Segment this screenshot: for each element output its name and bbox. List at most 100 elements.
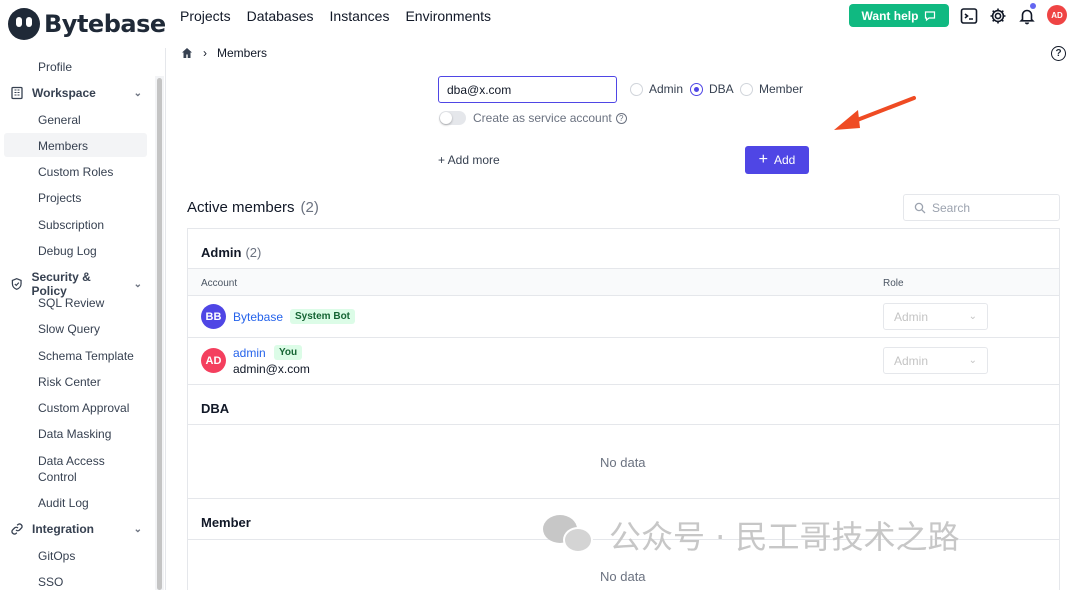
sidebar-item-audit-log[interactable]: Audit Log (38, 496, 89, 510)
email-field[interactable]: dba@x.com (438, 76, 617, 103)
bell-icon[interactable] (1017, 6, 1037, 26)
row-divider (188, 424, 1059, 425)
sidebar-item-custom-approval[interactable]: Custom Approval (38, 401, 129, 415)
sidebar-scrollbar-thumb[interactable] (157, 78, 162, 590)
status-badge: System Bot (290, 309, 356, 324)
member-name-link[interactable]: admin (233, 346, 266, 360)
sidebar-item-slow-query[interactable]: Slow Query (38, 322, 100, 336)
role-radio-admin[interactable]: Admin (630, 82, 683, 96)
group-member-name: Member (201, 515, 251, 530)
radio-circle (630, 82, 643, 96)
sidebar-item-data-access-control[interactable]: Control (38, 470, 77, 484)
shield-icon (11, 278, 22, 290)
member-name-link[interactable]: Bytebase (233, 310, 283, 324)
brand-logo[interactable]: Bytebase (8, 8, 166, 40)
link-icon (11, 523, 23, 535)
add-button-label: Add (773, 153, 796, 167)
active-members-count: (2) (300, 199, 319, 216)
active-members-title: Active members (2) (187, 199, 319, 216)
chevron-down-icon: ⌄ (133, 87, 142, 99)
sidebar-item-members[interactable]: Members (38, 139, 88, 153)
nav-projects[interactable]: Projects (180, 8, 231, 24)
watermark-text: 公众号 · 民工哥技术之路 (609, 518, 960, 556)
sidebar-group-workspace-label: Workspace (32, 86, 96, 100)
radio-circle (740, 82, 753, 96)
sidebar-group-integration-label: Integration (32, 522, 94, 536)
sidebar-item-custom-roles[interactable]: Custom Roles (38, 165, 113, 179)
role-radio-dba-label: DBA (709, 82, 734, 96)
service-account-label-row: Create as service account ? (473, 111, 627, 125)
role-radio-admin-label: Admin (649, 82, 684, 96)
chevron-down-icon: ⌄ (968, 355, 977, 366)
active-members-title-text: Active members (187, 199, 295, 216)
breadcrumb-current: Members (217, 46, 268, 60)
role-select: Admin ⌄ (883, 303, 988, 330)
breadcrumb-separator: › (203, 46, 207, 60)
group-admin-count: (2) (245, 245, 262, 260)
watermark: 公众号 · 民工哥技术之路 (543, 512, 960, 558)
sidebar-item-gitops[interactable]: GitOps (38, 549, 75, 563)
add-more-link[interactable]: + Add more (438, 153, 500, 167)
sidebar-item-debug-log[interactable]: Debug Log (38, 244, 97, 258)
search-icon (914, 202, 926, 213)
sidebar-group-integration[interactable]: Integration ⌄ (10, 522, 142, 536)
sidebar-group-security[interactable]: Security & Policy ⌄ (10, 270, 142, 298)
user-avatar[interactable]: AD (1047, 5, 1067, 25)
group-member-header: Member (201, 515, 251, 530)
empty-state-text: No data (600, 569, 646, 584)
nav-databases[interactable]: Databases (247, 8, 314, 24)
sidebar-item-data-masking[interactable]: Data Masking (38, 427, 111, 441)
row-divider (188, 384, 1059, 385)
want-help-button[interactable]: Want help (849, 4, 949, 27)
workspace-icon (11, 86, 23, 100)
empty-state-text: No data (600, 455, 646, 470)
sidebar-item-sql-review[interactable]: SQL Review (38, 296, 104, 310)
gear-icon[interactable] (988, 6, 1008, 26)
home-icon[interactable] (181, 47, 193, 59)
row-divider (188, 337, 1059, 338)
want-help-label: Want help (861, 8, 919, 23)
question-icon[interactable]: ? (1051, 46, 1066, 61)
sidebar-item-schema-template[interactable]: Schema Template (38, 349, 134, 363)
role-select: Admin ⌄ (883, 347, 988, 374)
sidebar-item-risk-center[interactable]: Risk Center (38, 375, 101, 389)
sidebar-item-sso[interactable]: SSO (38, 575, 63, 589)
annotation-arrow-icon (834, 96, 916, 130)
sidebar-item-projects[interactable]: Projects (38, 191, 81, 205)
group-admin-header: Admin (2) (201, 245, 261, 260)
bytebase-logo-icon (8, 8, 40, 40)
sidebar-item-subscription[interactable]: Subscription (38, 218, 104, 232)
terminal-icon[interactable] (959, 6, 979, 26)
role-radio-member-label: Member (759, 82, 804, 96)
role-select-value: Admin (894, 353, 929, 368)
add-button[interactable]: + Add (745, 146, 809, 174)
service-account-label: Create as service account (473, 111, 612, 125)
nav-environments[interactable]: Environments (405, 8, 491, 24)
question-icon[interactable]: ? (615, 112, 627, 124)
sidebar-item-data-access[interactable]: Data Access (38, 454, 105, 468)
group-dba-name: DBA (201, 401, 230, 416)
sidebar-group-workspace[interactable]: Workspace ⌄ (10, 86, 142, 100)
role-radio-member[interactable]: Member (740, 82, 803, 96)
search-input[interactable]: Search (903, 194, 1060, 221)
service-account-toggle[interactable] (439, 111, 466, 125)
chevron-down-icon: ⌄ (133, 278, 142, 290)
column-role: Role (883, 278, 904, 289)
wechat-icon (543, 515, 595, 555)
chat-icon (925, 10, 936, 21)
row-divider (188, 498, 1059, 499)
nav-instances[interactable]: Instances (330, 8, 390, 24)
sidebar-item-general[interactable]: General (38, 113, 81, 127)
role-radio-dba[interactable]: DBA (690, 82, 734, 96)
sidebar-item-profile[interactable]: Profile (38, 60, 72, 74)
role-select-value: Admin (894, 309, 929, 324)
column-account: Account (201, 278, 238, 289)
avatar: AD (201, 348, 226, 373)
avatar: BB (201, 304, 226, 329)
group-admin-name: Admin (201, 245, 242, 260)
plus-icon: + (758, 151, 768, 168)
group-dba-header: DBA (201, 401, 229, 416)
main-nav: Projects Databases Instances Environment… (180, 8, 491, 24)
breadcrumb: › Members (181, 46, 267, 60)
chevron-down-icon: ⌄ (133, 523, 142, 535)
